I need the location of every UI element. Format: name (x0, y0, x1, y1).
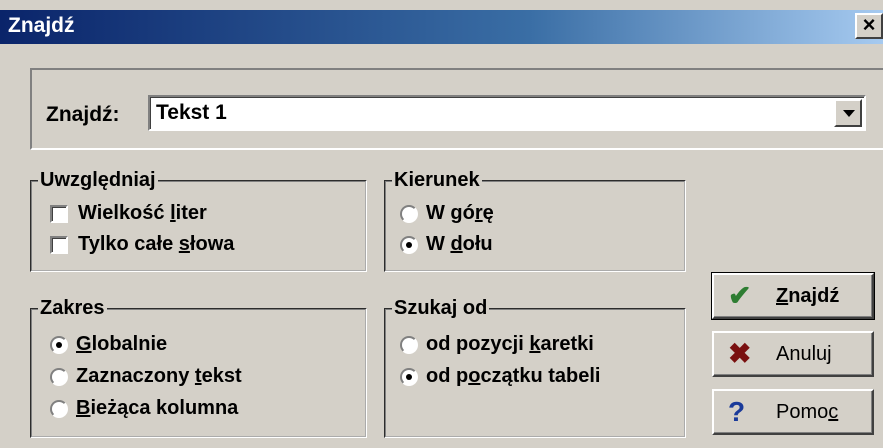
question-icon: ? (728, 396, 746, 427)
label-from-table-start[interactable]: od początku tabeli (426, 364, 600, 388)
radio-down[interactable] (400, 236, 418, 254)
find-dialog: Znajdź × Znajdź: Tekst 1 Uwzględniaj Wie… (0, 0, 883, 448)
group-title: Zakres (38, 296, 107, 320)
cancel-button-label: Anuluj (776, 343, 832, 365)
close-icon: × (862, 12, 876, 37)
search-input[interactable]: Tekst 1 (156, 101, 227, 125)
group-title: Szukaj od (392, 296, 490, 320)
label-match-case[interactable]: Wielkość liter (78, 201, 207, 225)
chevron-down-icon[interactable] (834, 99, 862, 127)
group-kierunek: Kierunek (384, 168, 686, 272)
radio-selected-text[interactable] (50, 368, 68, 386)
radio-up[interactable] (400, 205, 418, 223)
label-up[interactable]: W górę (426, 201, 494, 225)
label-from-caret[interactable]: od pozycji karetki (426, 332, 594, 356)
cancel-button[interactable]: ✖ Anuluj (712, 331, 874, 377)
close-button[interactable]: × (855, 13, 883, 39)
radio-global[interactable] (50, 336, 68, 354)
help-button-label: Pomoc (776, 401, 839, 423)
label-global[interactable]: Globalnie (76, 332, 167, 356)
window-title: Znajdź (8, 14, 75, 37)
group-title: Kierunek (392, 168, 482, 192)
label-selected-text[interactable]: Zaznaczony tekst (76, 364, 242, 388)
checkbox-whole-words[interactable] (50, 236, 68, 254)
group-uwzgledniaj: Uwzględniaj (30, 168, 367, 272)
help-button[interactable]: ? Pomoc (712, 389, 874, 435)
label-current-column[interactable]: Bieżąca kolumna (76, 396, 238, 420)
radio-current-column[interactable] (50, 400, 68, 418)
radio-from-caret[interactable] (400, 336, 418, 354)
x-icon: ✖ (728, 338, 752, 369)
search-label: Znajdź: (46, 103, 120, 126)
label-down[interactable]: W dołu (426, 232, 493, 256)
checkmark-icon: ✔ (728, 280, 752, 311)
group-title: Uwzględniaj (38, 168, 158, 192)
radio-from-table-start[interactable] (400, 368, 418, 386)
search-combobox[interactable]: Tekst 1 (148, 95, 866, 131)
find-button-label: Znajdź (776, 285, 840, 307)
label-whole-words[interactable]: Tylko całe słowa (78, 232, 234, 256)
checkbox-match-case[interactable] (50, 205, 68, 223)
find-button[interactable]: ✔ Znajdź (711, 272, 875, 320)
title-bar[interactable]: Znajdź × (0, 10, 883, 44)
